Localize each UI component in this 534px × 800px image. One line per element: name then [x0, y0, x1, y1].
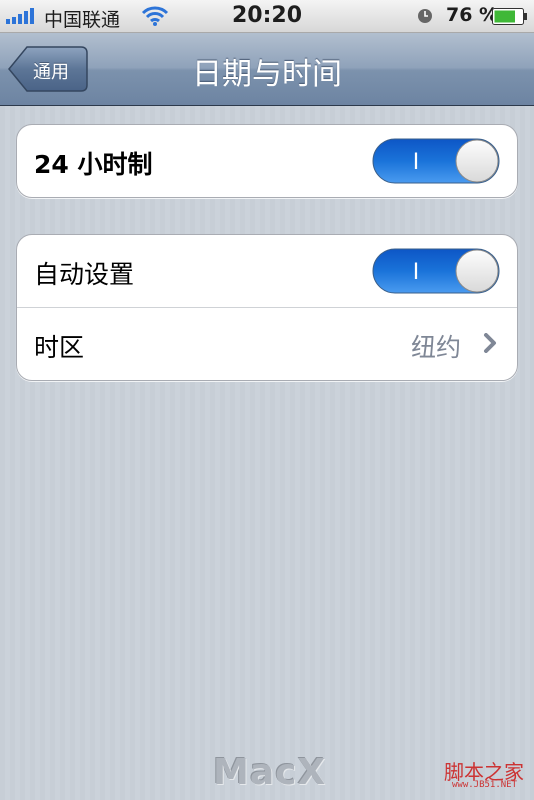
time-zone-value: 纽约 — [411, 333, 462, 362]
navigation-bar: 通用 日期与时间 — [0, 33, 534, 106]
chevron-right-icon — [484, 333, 496, 353]
status-bar: 中国联通 20:20 76 % — [0, 0, 534, 33]
toggle-auto-set[interactable]: I — [372, 248, 500, 294]
settings-group-clock: 24 小时制 I — [16, 124, 518, 198]
row-auto-set-label: 自动设置 — [34, 260, 135, 289]
row-24-hour: 24 小时制 I — [17, 125, 517, 197]
page-title: 日期与时间 — [192, 57, 342, 92]
toggle-auto-set-text: I — [413, 260, 420, 285]
battery-icon — [492, 8, 527, 25]
row-time-zone[interactable]: 时区 纽约 — [17, 307, 517, 380]
toggle-24-hour-text: I — [413, 150, 420, 175]
macx-watermark: MacX — [213, 752, 327, 793]
row-auto-set: 自动设置 I — [17, 235, 517, 307]
jb51-url-watermark: www.JB51.NET — [452, 780, 518, 790]
row-time-zone-label: 时区 — [34, 333, 85, 362]
clock-icon — [418, 9, 432, 23]
settings-group-time: 自动设置 I 时区 纽约 — [16, 234, 518, 381]
toggle-24-hour[interactable]: I — [372, 138, 500, 184]
row-24-hour-label: 24 小时制 — [34, 150, 153, 179]
battery-percent: 76 % — [446, 4, 499, 26]
